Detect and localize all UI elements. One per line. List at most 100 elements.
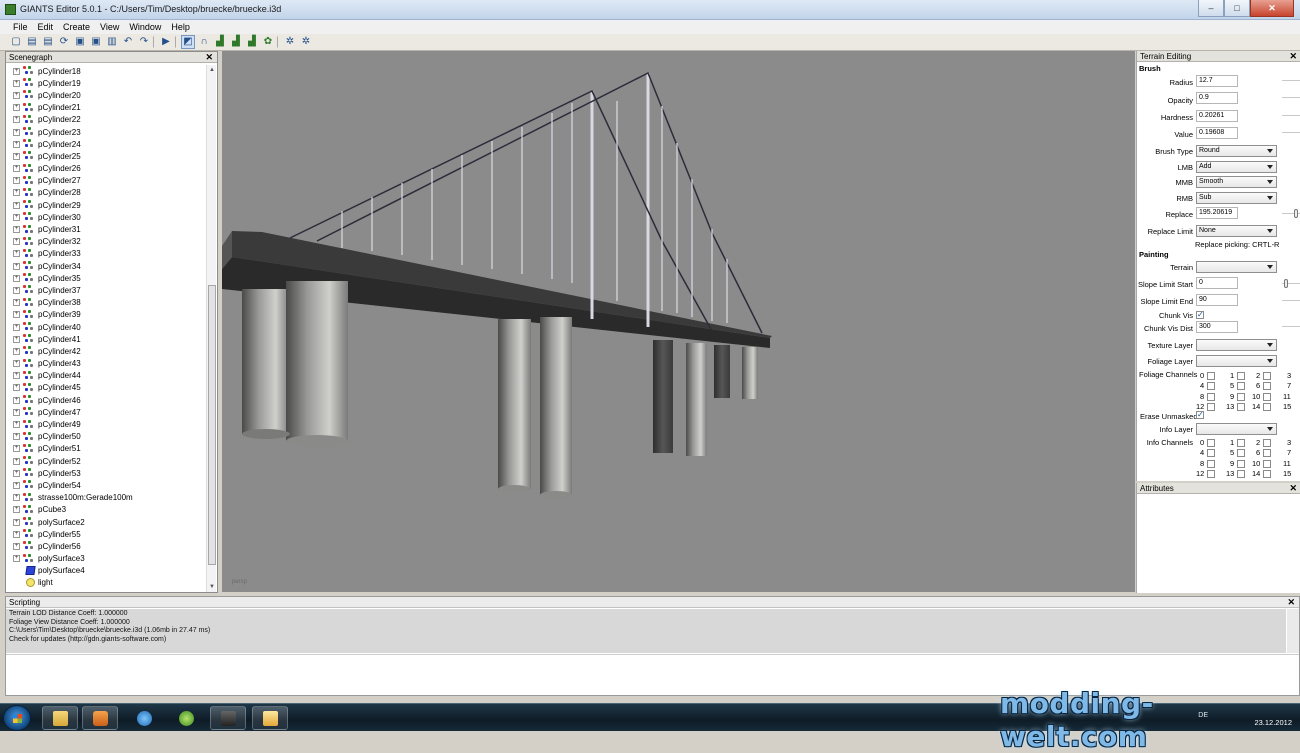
- scenegraph-item[interactable]: + pCylinder20: [6, 89, 206, 101]
- expand-icon[interactable]: +: [13, 347, 20, 355]
- mmb-select[interactable]: Smooth: [1196, 176, 1277, 188]
- expand-icon[interactable]: +: [13, 335, 20, 343]
- channel-checkbox[interactable]: [1207, 372, 1215, 380]
- expand-icon[interactable]: +: [13, 311, 20, 319]
- expand-icon[interactable]: +: [13, 79, 20, 87]
- channel-checkbox[interactable]: [1263, 449, 1271, 458]
- expand-icon[interactable]: +: [13, 542, 20, 550]
- terrain-editing-close-icon[interactable]: ✕: [1289, 51, 1297, 62]
- channel-checkbox[interactable]: [1207, 402, 1215, 411]
- scenegraph-item[interactable]: + pCylinder26: [6, 163, 206, 175]
- expand-icon[interactable]: +: [13, 189, 20, 197]
- taskbar-ccleaner-icon[interactable]: [168, 706, 204, 730]
- expand-icon[interactable]: +: [13, 506, 20, 514]
- opacity-input[interactable]: 0.9: [1196, 92, 1238, 104]
- expand-icon[interactable]: +: [13, 67, 20, 75]
- channel-checkbox[interactable]: [1237, 449, 1245, 458]
- expand-icon[interactable]: +: [13, 555, 20, 563]
- slope-start-slider-knob[interactable]: [1284, 279, 1288, 288]
- scenegraph-close-icon[interactable]: ✕: [205, 52, 213, 63]
- scenegraph-item[interactable]: + pCylinder35: [6, 272, 206, 284]
- scenegraph-scrollbar[interactable]: ▲ ▼: [206, 65, 216, 592]
- play-icon[interactable]: ▶: [159, 35, 173, 49]
- hardness-slider[interactable]: [1282, 115, 1300, 116]
- scenegraph-item[interactable]: + pCylinder21: [6, 102, 206, 114]
- scenegraph-item[interactable]: + polySurface3: [6, 553, 206, 565]
- channel-checkbox[interactable]: [1263, 439, 1271, 447]
- chunk-vis-checkbox[interactable]: [1196, 310, 1204, 319]
- erase-unmasked-checkbox[interactable]: [1196, 410, 1204, 419]
- clipboard-icon[interactable]: ▥: [105, 35, 119, 49]
- scenegraph-item[interactable]: + pCylinder55: [6, 528, 206, 540]
- menu-edit[interactable]: Edit: [33, 20, 59, 34]
- close-button[interactable]: ✕: [1250, 0, 1294, 17]
- expand-icon[interactable]: +: [13, 396, 20, 404]
- scenegraph-item[interactable]: + pCylinder30: [6, 211, 206, 223]
- scenegraph-item[interactable]: + pCylinder45: [6, 382, 206, 394]
- expand-icon[interactable]: +: [13, 384, 20, 392]
- taskbar-explorer-icon[interactable]: [42, 706, 78, 730]
- save-as-icon[interactable]: ▣: [89, 35, 103, 49]
- scenegraph-item[interactable]: + polySurface2: [6, 516, 206, 528]
- expand-icon[interactable]: +: [13, 457, 20, 465]
- undo-icon[interactable]: ↶: [121, 35, 135, 49]
- foliage-layer-select[interactable]: [1196, 355, 1277, 367]
- scenegraph-item[interactable]: + pCylinder23: [6, 126, 206, 138]
- value-input[interactable]: 0.19608: [1196, 127, 1238, 139]
- scenegraph-item[interactable]: + pCylinder54: [6, 479, 206, 491]
- expand-icon[interactable]: +: [13, 213, 20, 221]
- scenegraph-item[interactable]: + strasse100m:Gerade100m: [6, 492, 206, 504]
- gear-icon[interactable]: ✲: [283, 35, 297, 49]
- maximize-button[interactable]: □: [1224, 0, 1250, 17]
- expand-icon[interactable]: +: [13, 360, 20, 368]
- expand-icon[interactable]: +: [13, 201, 20, 209]
- opacity-slider[interactable]: [1282, 97, 1300, 98]
- hardness-input[interactable]: 0.20261: [1196, 110, 1238, 122]
- menu-create[interactable]: Create: [58, 20, 95, 34]
- expand-icon[interactable]: +: [13, 433, 20, 441]
- slope-end-slider[interactable]: [1282, 300, 1300, 301]
- scenegraph-item[interactable]: + pCylinder47: [6, 406, 206, 418]
- script-log-scrollbar[interactable]: [1287, 609, 1299, 653]
- open-folder-icon[interactable]: ▤: [41, 35, 55, 49]
- lmb-select[interactable]: Add: [1196, 161, 1277, 173]
- scenegraph-item[interactable]: + pCylinder22: [6, 114, 206, 126]
- expand-icon[interactable]: +: [13, 177, 20, 185]
- channel-checkbox[interactable]: [1237, 382, 1245, 391]
- scrollbar-thumb[interactable]: [208, 285, 216, 565]
- info-layer-select[interactable]: [1196, 423, 1277, 435]
- channel-checkbox[interactable]: [1263, 459, 1271, 468]
- value-slider[interactable]: [1282, 132, 1300, 133]
- terrain-sculpt-icon[interactable]: ▟: [213, 35, 227, 49]
- scenegraph-item[interactable]: + pCylinder32: [6, 236, 206, 248]
- expand-icon[interactable]: +: [13, 91, 20, 99]
- expand-icon[interactable]: +: [13, 140, 20, 148]
- scenegraph-item[interactable]: light: [6, 577, 206, 589]
- rmb-select[interactable]: Sub: [1196, 192, 1277, 204]
- texture-layer-select[interactable]: [1196, 339, 1277, 351]
- menu-file[interactable]: File: [8, 20, 33, 34]
- scenegraph-item[interactable]: + pCube3: [6, 504, 206, 516]
- expand-icon[interactable]: +: [13, 274, 20, 282]
- channel-checkbox[interactable]: [1237, 392, 1245, 401]
- save-icon[interactable]: ▣: [73, 35, 87, 49]
- channel-checkbox[interactable]: [1207, 459, 1215, 468]
- expand-icon[interactable]: +: [13, 530, 20, 538]
- replace-limit-select[interactable]: None: [1196, 225, 1277, 237]
- scenegraph-item[interactable]: + pCylinder52: [6, 455, 206, 467]
- taskbar-folder-icon[interactable]: [252, 706, 288, 730]
- scenegraph-item[interactable]: + pCylinder27: [6, 175, 206, 187]
- scenegraph-item[interactable]: + pCylinder40: [6, 321, 206, 333]
- replace-input[interactable]: 195.20619: [1196, 207, 1238, 219]
- scenegraph-item[interactable]: + pCylinder24: [6, 138, 206, 150]
- scenegraph-item[interactable]: + pCylinder31: [6, 223, 206, 235]
- open-folder-icon[interactable]: ▤: [25, 35, 39, 49]
- scripting-close-icon[interactable]: ✕: [1287, 597, 1295, 608]
- gear-settings-icon[interactable]: ✲: [299, 35, 313, 49]
- scenegraph-item[interactable]: + pCylinder44: [6, 370, 206, 382]
- taskbar-internet-explorer-icon[interactable]: [126, 706, 162, 730]
- expand-icon[interactable]: +: [13, 518, 20, 526]
- channel-checkbox[interactable]: [1237, 459, 1245, 468]
- scenegraph-item[interactable]: + pCylinder25: [6, 150, 206, 162]
- chunk-vis-dist-input[interactable]: 300: [1196, 321, 1238, 333]
